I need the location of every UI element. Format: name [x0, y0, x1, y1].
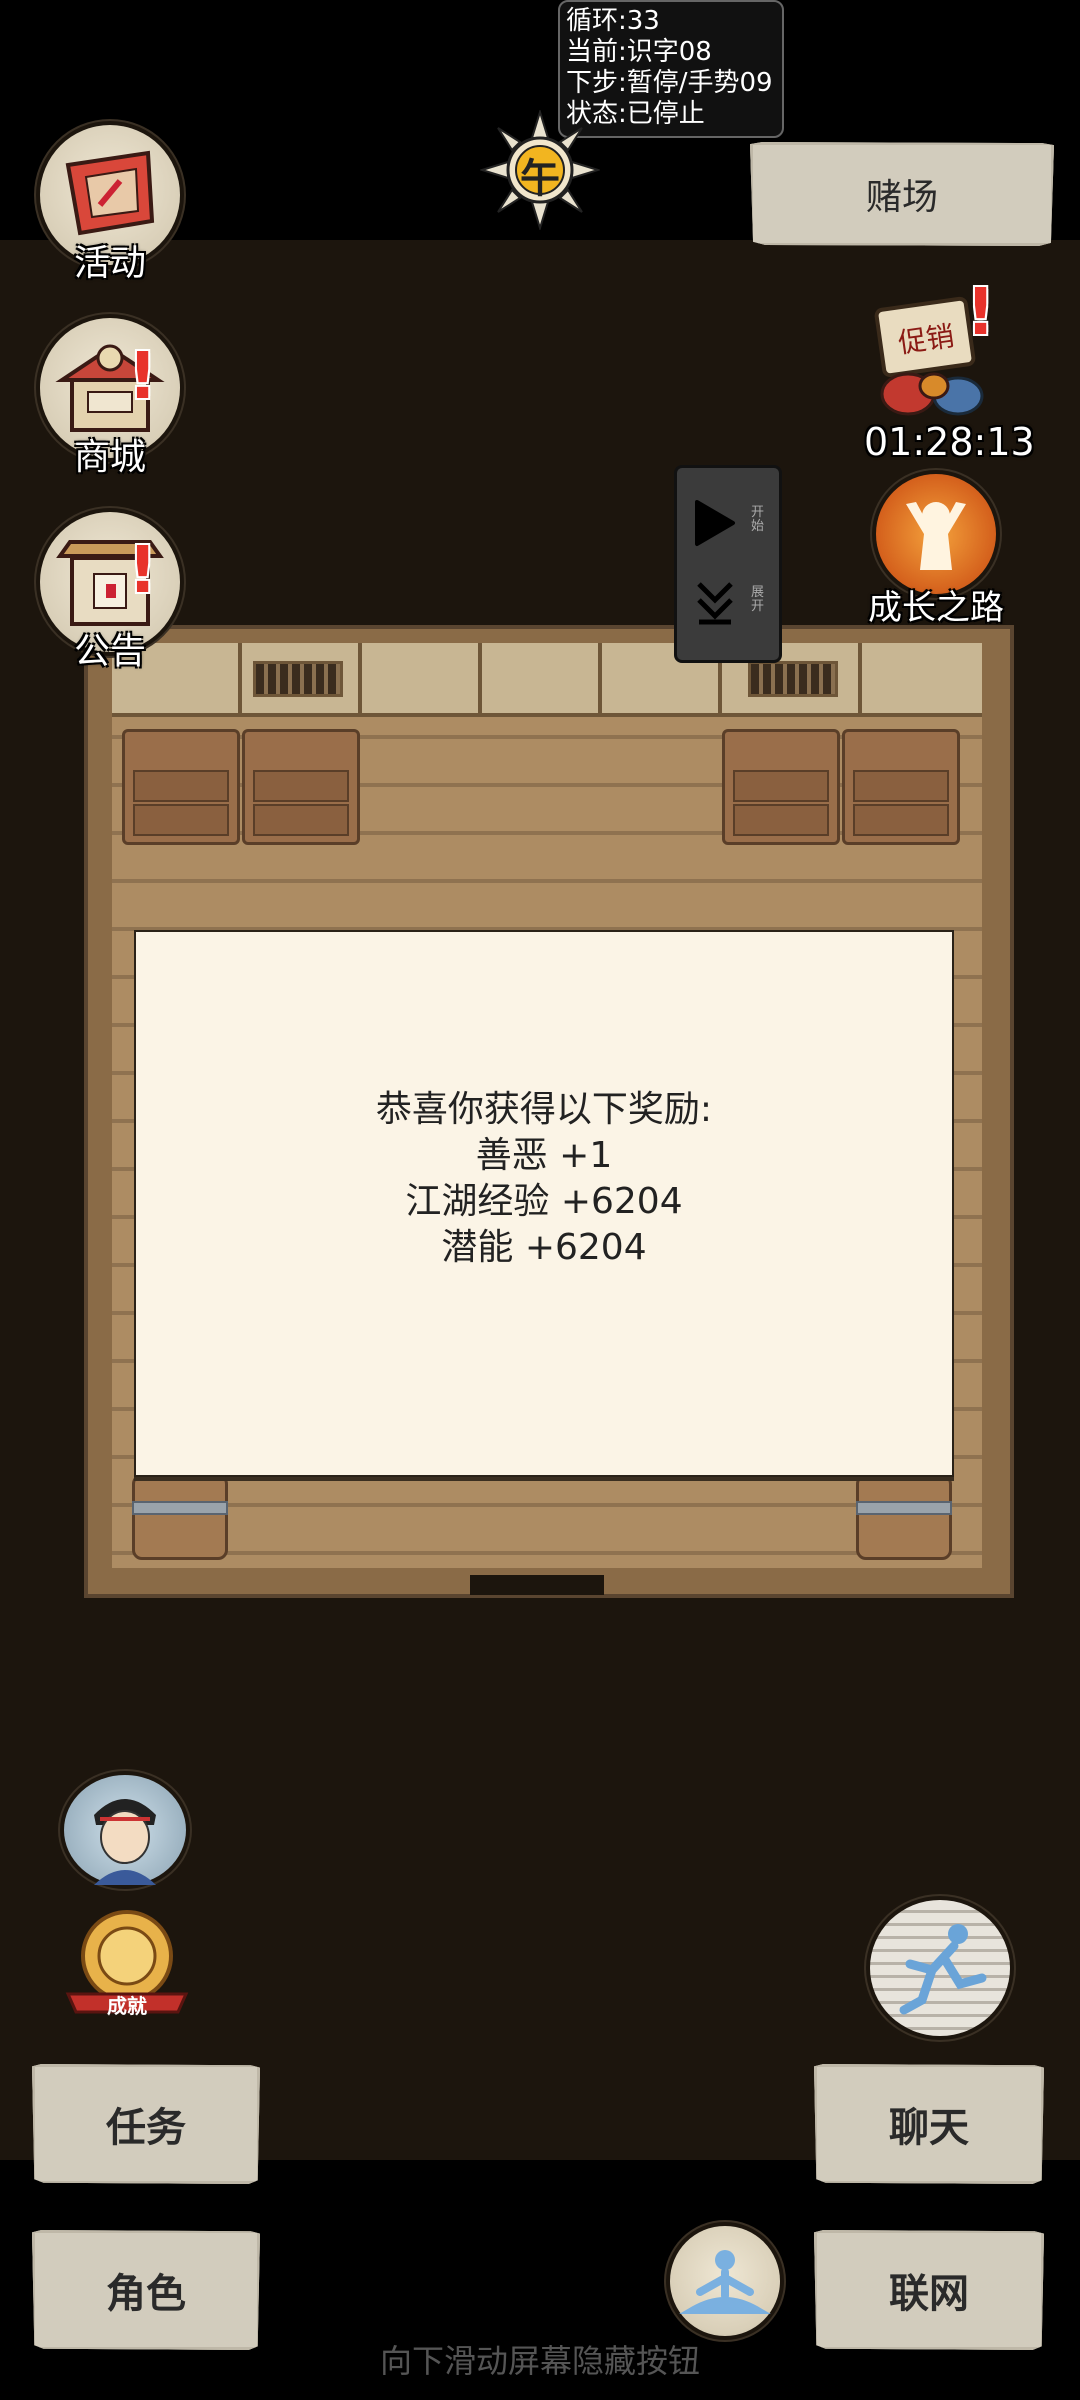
debug-next: 下步:暂停/手势09 [566, 68, 773, 98]
achievement-button[interactable]: 成就 [62, 1902, 192, 2024]
growth-road-button[interactable] [876, 474, 996, 594]
meditation-icon [679, 2250, 771, 2314]
reward-line: 善恶 +1 [475, 1135, 613, 1176]
notice-label: 公告 [73, 631, 146, 672]
running-person-icon [899, 1924, 987, 2015]
time-label: 午 [520, 156, 560, 202]
play-icon[interactable] [693, 498, 737, 548]
cabinet [122, 729, 240, 845]
hide-buttons-hint: 向下滑动屏幕隐藏按钮 [379, 2342, 700, 2380]
avatar-portrait-icon [94, 1799, 156, 1885]
promo-alert-icon: ! [966, 276, 996, 350]
reward-line: 潜能 +6204 [441, 1227, 647, 1268]
wall-vent [748, 661, 838, 697]
cabinet [722, 729, 840, 845]
auto-run-button[interactable] [870, 1900, 1010, 2036]
chat-button[interactable]: 聊天 [814, 2064, 1044, 2184]
debug-current: 当前:识字08 [566, 37, 712, 67]
shop-alert-icon: ! [128, 340, 158, 414]
shop-label: 商城 [73, 437, 146, 478]
notice-alert-icon: ! [128, 534, 158, 608]
figure-arms-up-icon [906, 502, 966, 570]
back-wall [112, 643, 982, 717]
wall-vent [253, 661, 343, 697]
script-control-panel: 开始 展开 [674, 465, 782, 663]
activity-label: 活动 [73, 243, 146, 284]
wall-divider [478, 643, 482, 713]
wall-divider [598, 643, 602, 713]
promo-timer: 01:28:13 [864, 420, 1035, 464]
expand-icon[interactable] [695, 578, 735, 628]
barrel [132, 1474, 228, 1560]
task-button[interactable]: 任务 [32, 2064, 260, 2184]
casino-button[interactable]: 赌场 [750, 142, 1054, 246]
cabinet [842, 729, 960, 845]
role-button[interactable]: 角色 [32, 2230, 260, 2350]
time-of-day-icon[interactable]: 午 [478, 108, 602, 232]
room-door [470, 1575, 604, 1595]
cabinet [242, 729, 360, 845]
wall-divider [358, 643, 362, 713]
reward-dialog[interactable]: 恭喜你获得以下奖励: 善恶 +1 江湖经验 +6204 潜能 +6204 [134, 930, 954, 1477]
expand-label: 展开 [751, 585, 765, 614]
barrel [856, 1474, 952, 1560]
character-avatar[interactable] [64, 1775, 186, 1885]
reward-title: 恭喜你获得以下奖励: [375, 1089, 713, 1130]
reward-line: 江湖经验 +6204 [405, 1181, 683, 1222]
achievement-label: 成就 [107, 1994, 147, 2018]
wall-divider [858, 643, 862, 713]
growth-road-label: 成长之路 [868, 588, 1004, 628]
debug-loop: 循环:33 [566, 6, 660, 36]
start-label: 开始 [751, 505, 765, 534]
meditate-button[interactable] [670, 2226, 780, 2336]
wall-divider [238, 643, 242, 713]
network-button[interactable]: 联网 [814, 2230, 1044, 2350]
